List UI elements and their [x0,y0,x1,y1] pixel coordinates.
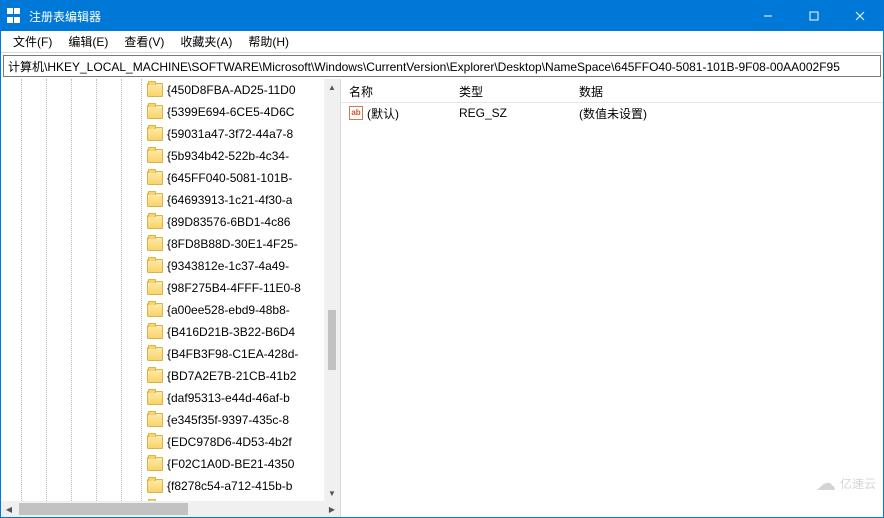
tree-item-label: {B4FB3F98-C1EA-428d- [167,347,298,361]
folder-icon [147,215,163,229]
tree-item-label: {89D83576-6BD1-4c86 [167,215,290,229]
tree-item-label: {9343812e-1c37-4a49- [167,259,289,273]
folder-icon [147,281,163,295]
values-pane: 名称 类型 数据 ab (默认) REG_SZ(数值未设置) [341,79,883,517]
tree-item-label: {BD7A2E7B-21CB-41b2 [167,369,296,383]
tree-item[interactable]: {64693913-1c21-4f30-a [1,189,324,211]
folder-icon [147,435,163,449]
string-value-icon: ab [349,106,363,120]
tree-item-label: {e345f35f-9397-435c-8 [167,413,289,427]
tree-vscrollbar[interactable]: ▲ ▼ [324,79,340,501]
col-type[interactable]: 类型 [451,79,571,102]
tree-item[interactable]: {98F275B4-4FFF-11E0-8 [1,277,324,299]
value-data: (数值未设置) [571,105,883,122]
folder-icon [147,259,163,273]
tree-item-label: {98F275B4-4FFF-11E0-8 [167,281,301,295]
window-controls [745,1,883,31]
tree-item[interactable]: {5b934b42-522b-4c34- [1,145,324,167]
tree-item[interactable]: {F02C1A0D-BE21-4350 [1,453,324,475]
values-header: 名称 类型 数据 [341,79,883,103]
tree-item-label: {B416D21B-3B22-B6D4 [167,325,295,339]
folder-icon [147,105,163,119]
tree-item-label: {59031a47-3f72-44a7-8 [167,127,293,141]
tree-item[interactable]: {8FD8B88D-30E1-4F25- [1,233,324,255]
scroll-up-button[interactable]: ▲ [324,79,340,95]
folder-icon [147,457,163,471]
tree-list: {450D8FBA-AD25-11D0 {5399E694-6CE5-4D6C {5… [1,79,324,501]
folder-icon [147,237,163,251]
maximize-button[interactable] [791,1,837,31]
tree-item-label: {5b934b42-522b-4c34- [167,149,289,163]
folder-icon [147,149,163,163]
menu-view[interactable]: 查看(V) [116,31,172,52]
close-button[interactable] [837,1,883,31]
menu-help[interactable]: 帮助(H) [240,31,297,52]
hscroll-thumb[interactable] [19,503,188,515]
address-text: 计算机\HKEY_LOCAL_MACHINE\SOFTWARE\Microsof… [8,58,840,75]
tree-item[interactable]: ›DelegateFolders [1,497,324,501]
folder-icon [147,391,163,405]
minimize-button[interactable] [745,1,791,31]
tree-item[interactable]: {f8278c54-a712-415b-b [1,475,324,497]
tree-item[interactable]: {a00ee528-ebd9-48b8- [1,299,324,321]
folder-icon [147,303,163,317]
tree-item-label: {5399E694-6CE5-4D6C [167,105,294,119]
vscroll-thumb[interactable] [328,310,336,370]
folder-icon [147,413,163,427]
scroll-down-button[interactable]: ▼ [324,485,340,501]
value-name: (默认) [367,105,399,122]
folder-icon [147,325,163,339]
folder-icon [147,479,163,493]
tree-item[interactable]: {59031a47-3f72-44a7-8 [1,123,324,145]
value-row[interactable]: ab (默认) REG_SZ(数值未设置) [341,103,883,123]
tree-item[interactable]: {B4FB3F98-C1EA-428d- [1,343,324,365]
folder-icon [147,127,163,141]
app-icon [7,8,23,24]
menu-favorites[interactable]: 收藏夹(A) [172,31,240,52]
tree-item[interactable]: {89D83576-6BD1-4c86 [1,211,324,233]
tree-item-label: {EDC978D6-4D53-4b2f [167,435,292,449]
tree-item[interactable]: {BD7A2E7B-21CB-41b2 [1,365,324,387]
address-bar[interactable]: 计算机\HKEY_LOCAL_MACHINE\SOFTWARE\Microsof… [3,55,881,77]
folder-icon [147,83,163,97]
tree-scroll: {450D8FBA-AD25-11D0 {5399E694-6CE5-4D6C {5… [1,79,340,501]
tree-item[interactable]: {B416D21B-3B22-B6D4 [1,321,324,343]
scroll-left-button[interactable]: ◀ [1,501,17,517]
tree-item-label: {450D8FBA-AD25-11D0 [167,83,296,97]
folder-icon [147,347,163,361]
menu-bar: 文件(F) 编辑(E) 查看(V) 收藏夹(A) 帮助(H) [1,31,883,53]
menu-file[interactable]: 文件(F) [5,31,60,52]
folder-icon [147,193,163,207]
tree-item-label: {64693913-1c21-4f30-a [167,193,292,207]
values-body: ab (默认) REG_SZ(数值未设置) [341,103,883,517]
scroll-right-button[interactable]: ▶ [324,501,340,517]
tree-item[interactable]: {645FF040-5081-101B- [1,167,324,189]
title-bar: 注册表编辑器 [1,1,883,31]
tree-item[interactable]: {450D8FBA-AD25-11D0 [1,79,324,101]
tree-item-label: {daf95313-e44d-46af-b [167,391,290,405]
col-data[interactable]: 数据 [571,79,883,102]
tree-pane: {450D8FBA-AD25-11D0 {5399E694-6CE5-4D6C {5… [1,79,341,517]
tree-item-label: {F02C1A0D-BE21-4350 [167,457,294,471]
tree-item[interactable]: {EDC978D6-4D53-4b2f [1,431,324,453]
value-name-cell: ab (默认) [341,105,451,122]
col-name[interactable]: 名称 [341,79,451,102]
value-type: REG_SZ [451,106,571,120]
tree-hscrollbar[interactable]: ◀ ▶ [1,501,340,517]
tree-item-label: {645FF040-5081-101B- [167,171,292,185]
menu-edit[interactable]: 编辑(E) [60,31,116,52]
tree-item[interactable]: {9343812e-1c37-4a49- [1,255,324,277]
tree-item-label: {a00ee528-ebd9-48b8- [167,303,290,317]
content-area: {450D8FBA-AD25-11D0 {5399E694-6CE5-4D6C {5… [1,79,883,517]
window-title: 注册表编辑器 [29,8,745,25]
tree-item[interactable]: {5399E694-6CE5-4D6C [1,101,324,123]
tree-item[interactable]: {e345f35f-9397-435c-8 [1,409,324,431]
folder-icon [147,171,163,185]
folder-icon [147,369,163,383]
tree-item-label: {8FD8B88D-30E1-4F25- [167,237,298,251]
tree-item[interactable]: {daf95313-e44d-46af-b [1,387,324,409]
tree-item-label: {f8278c54-a712-415b-b [167,479,292,493]
